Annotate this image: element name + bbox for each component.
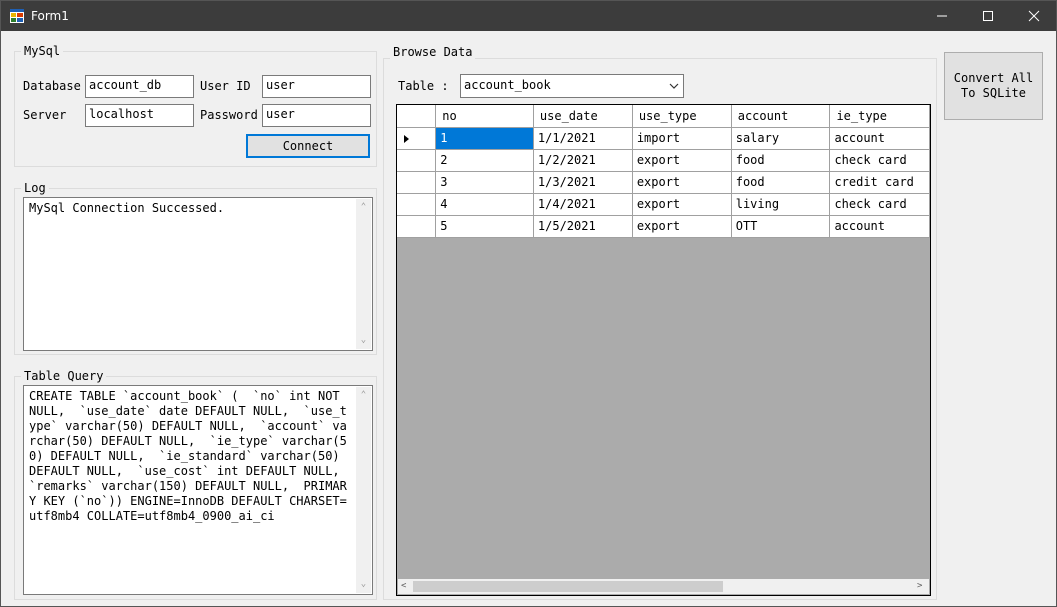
userid-label: User ID [200, 79, 251, 93]
table-cell[interactable]: 1/3/2021 [533, 171, 633, 194]
close-button[interactable] [1011, 1, 1057, 31]
table-cell[interactable]: food [731, 171, 831, 194]
current-row-icon [404, 134, 409, 143]
table-cell[interactable]: check card [829, 193, 930, 216]
log-group-title: Log [21, 181, 49, 195]
table-cell[interactable]: 1/2/2021 [533, 149, 633, 172]
table-select-value: account_book [464, 78, 551, 92]
minimize-icon [937, 15, 947, 17]
table-cell[interactable]: 4 [435, 193, 534, 216]
table-cell[interactable]: OTT [731, 215, 831, 238]
data-table: no use_date use_type account ie_type 1 1… [397, 105, 930, 238]
scroll-down-icon[interactable]: ⌄ [359, 336, 368, 345]
column-header-use-type[interactable]: use_type [632, 105, 732, 128]
query-scrollbar[interactable]: ⌃ ⌄ [356, 387, 371, 593]
table-cell[interactable]: food [731, 149, 831, 172]
row-header[interactable] [397, 171, 437, 194]
grid-horizontal-scrollbar[interactable]: < > [398, 579, 929, 594]
table-cell[interactable]: 2 [435, 149, 534, 172]
column-header-use-date[interactable]: use_date [533, 105, 633, 128]
table-cell[interactable]: credit card [829, 171, 930, 194]
scroll-left-icon[interactable]: < [401, 582, 410, 591]
connect-button[interactable]: Connect [246, 134, 370, 158]
maximize-button[interactable] [965, 1, 1011, 31]
convert-label-line2: To SQLite [960, 86, 1027, 100]
table-cell[interactable]: 1 [435, 127, 534, 150]
corner-header[interactable] [397, 105, 437, 128]
table-cell[interactable]: 1/4/2021 [533, 193, 633, 216]
minimize-button[interactable] [919, 1, 965, 31]
table-cell[interactable]: import [632, 127, 732, 150]
convert-to-sqlite-button[interactable]: Convert All To SQLite [944, 52, 1043, 120]
table-cell[interactable]: account [829, 215, 930, 238]
database-label: Database [23, 79, 81, 93]
data-grid[interactable]: no use_date use_type account ie_type 1 1… [396, 104, 931, 596]
log-scrollbar[interactable]: ⌃ ⌄ [356, 199, 371, 349]
table-cell[interactable]: salary [731, 127, 831, 150]
convert-label-line1: Convert All [953, 71, 1034, 85]
column-header-ie-type[interactable]: ie_type [829, 105, 930, 128]
log-text: MySql Connection Successed. [29, 201, 225, 215]
table-select[interactable]: account_book [460, 74, 684, 98]
table-row[interactable]: 5 1/5/2021 export OTT account [397, 215, 930, 238]
row-header[interactable] [397, 149, 437, 172]
column-header-no[interactable]: no [435, 105, 534, 128]
scroll-up-icon[interactable]: ⌃ [359, 391, 368, 400]
mysql-group-title: MySql [21, 44, 64, 58]
table-cell[interactable]: export [632, 149, 732, 172]
query-group-title: Table Query [21, 369, 107, 383]
chevron-down-icon[interactable] [669, 80, 679, 92]
main-window: Form1 MySql Database account_db User ID … [0, 0, 1057, 607]
table-cell[interactable]: export [632, 193, 732, 216]
table-cell[interactable]: check card [829, 149, 930, 172]
table-row[interactable]: 4 1/4/2021 export living check card [397, 193, 930, 216]
table-cell[interactable]: 5 [435, 215, 534, 238]
table-cell[interactable]: export [632, 171, 732, 194]
scroll-right-icon[interactable]: > [917, 582, 926, 591]
header-row: no use_date use_type account ie_type [397, 105, 930, 128]
scroll-thumb[interactable] [413, 581, 723, 592]
app-form-icon [10, 9, 24, 23]
column-header-account[interactable]: account [731, 105, 831, 128]
table-row[interactable]: 2 1/2/2021 export food check card [397, 149, 930, 172]
scroll-up-icon[interactable]: ⌃ [359, 203, 368, 212]
password-label: Password [200, 108, 258, 122]
log-textarea[interactable]: MySql Connection Successed. ⌃ ⌄ [23, 197, 373, 351]
row-header[interactable] [397, 215, 437, 238]
title-bar[interactable]: Form1 [1, 1, 1056, 31]
table-row[interactable]: 3 1/3/2021 export food credit card [397, 171, 930, 194]
table-cell[interactable]: living [731, 193, 831, 216]
row-header[interactable] [397, 127, 437, 150]
maximize-icon [983, 11, 993, 21]
row-header[interactable] [397, 193, 437, 216]
table-cell[interactable]: account [829, 127, 930, 150]
table-label: Table : [398, 79, 449, 93]
userid-input[interactable]: user [262, 75, 371, 98]
table-cell[interactable]: 1/5/2021 [533, 215, 633, 238]
server-label: Server [23, 108, 67, 122]
browse-group-title: Browse Data [390, 45, 476, 59]
window-title: Form1 [31, 9, 69, 23]
database-input[interactable]: account_db [85, 75, 194, 98]
close-icon [1028, 10, 1040, 22]
query-textarea[interactable]: CREATE TABLE `account_book` ( `no` int N… [23, 385, 373, 595]
server-input[interactable]: localhost [85, 104, 194, 127]
scroll-down-icon[interactable]: ⌄ [359, 580, 368, 589]
password-input[interactable]: user [262, 104, 371, 127]
table-cell[interactable]: 1/1/2021 [533, 127, 633, 150]
query-text: CREATE TABLE `account_book` ( `no` int N… [29, 389, 355, 523]
table-row[interactable]: 1 1/1/2021 import salary account [397, 127, 930, 150]
table-cell[interactable]: export [632, 215, 732, 238]
table-cell[interactable]: 3 [435, 171, 534, 194]
